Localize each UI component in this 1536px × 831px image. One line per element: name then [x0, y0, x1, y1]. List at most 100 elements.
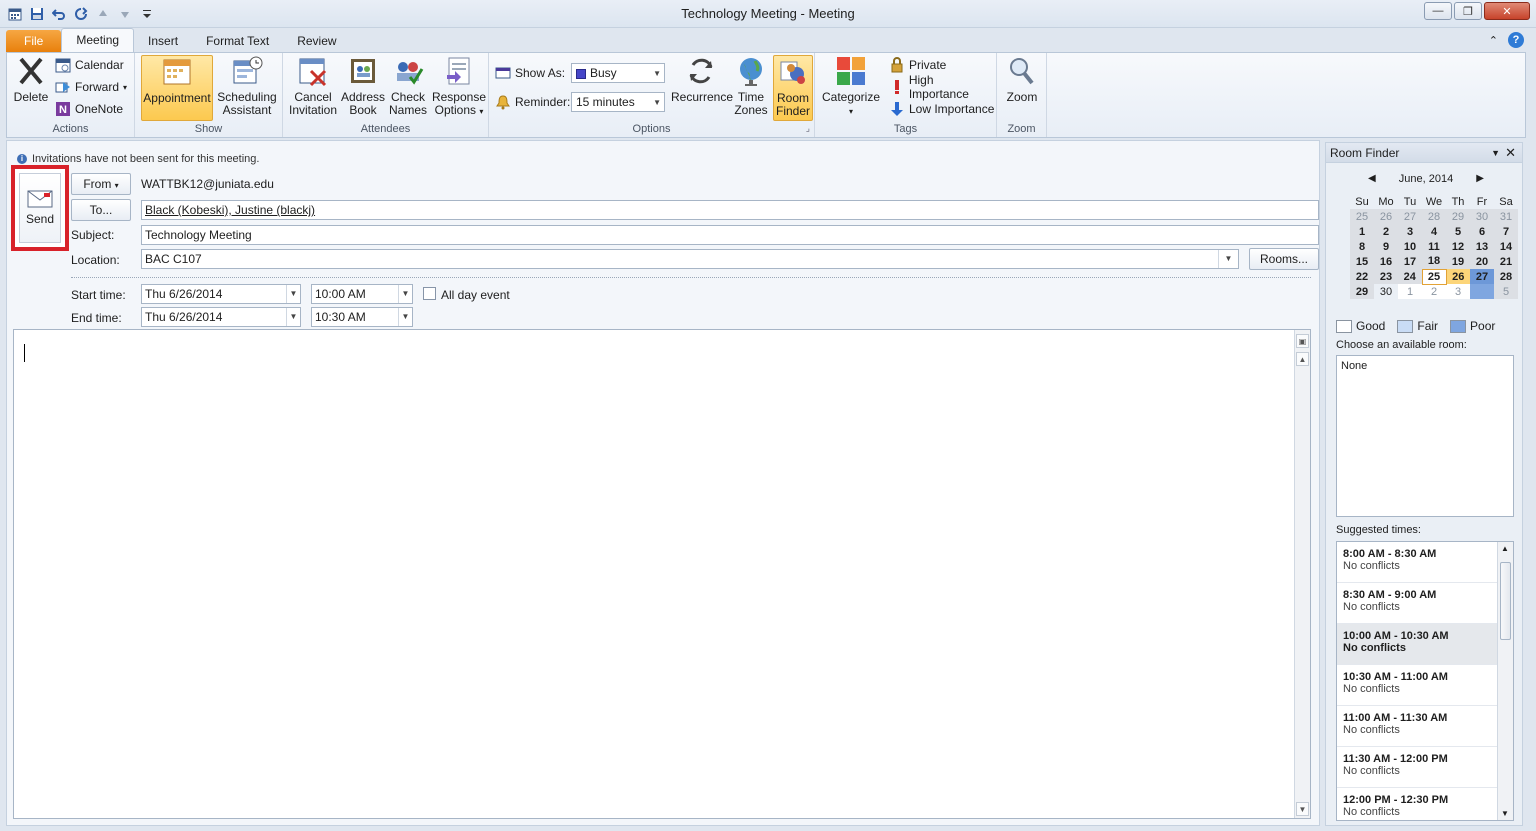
rooms-button[interactable]: Rooms...	[1249, 248, 1319, 270]
calendar-day[interactable]: 2	[1374, 224, 1398, 239]
chevron-down-icon[interactable]: ▼	[398, 308, 412, 326]
all-day-checkbox[interactable]	[423, 287, 436, 300]
recipient-name[interactable]: Black (Kobeski), Justine (blackj)	[145, 203, 315, 217]
room-list[interactable]: None	[1336, 355, 1514, 517]
calendar-day[interactable]: 10	[1398, 239, 1422, 254]
start-time-select[interactable]: 10:00 AM ▼	[311, 284, 413, 304]
end-date-picker[interactable]: Thu 6/26/2014 ▼	[141, 307, 301, 327]
calendar-day[interactable]: 15	[1350, 254, 1374, 269]
body-scrollbar[interactable]: ▣ ▲ ▼	[1294, 330, 1310, 818]
calendar-day[interactable]: 4	[1422, 224, 1446, 239]
suggested-time-item[interactable]: 11:00 AM - 11:30 AM No conflicts	[1337, 706, 1497, 747]
calendar-day[interactable]: 7	[1494, 224, 1518, 239]
scheduling-assistant-button[interactable]: Scheduling Assistant	[215, 55, 279, 121]
address-book-button[interactable]: Address Book	[341, 55, 385, 121]
calendar-day[interactable]: 20	[1470, 254, 1494, 269]
chevron-down-icon[interactable]: ▼	[1218, 250, 1238, 268]
tab-meeting[interactable]: Meeting	[61, 28, 135, 52]
delete-button[interactable]: Delete	[9, 55, 53, 121]
calendar-day[interactable]: 5	[1446, 224, 1470, 239]
calendar-day[interactable]: 27	[1470, 269, 1494, 284]
appointment-button[interactable]: Appointment	[141, 55, 213, 121]
onenote-button[interactable]: N OneNote	[55, 99, 123, 119]
to-button[interactable]: To...	[71, 199, 131, 221]
tab-review[interactable]: Review	[283, 30, 350, 52]
calendar-day[interactable]: 5	[1494, 284, 1518, 299]
suggested-time-item[interactable]: 10:30 AM - 11:00 AM No conflicts	[1337, 665, 1497, 706]
check-names-button[interactable]: Check Names	[387, 55, 429, 121]
suggested-scrollbar[interactable]: ▲ ▼	[1497, 542, 1513, 820]
calendar-day[interactable]: 3	[1398, 224, 1422, 239]
calendar-day[interactable]: 26	[1374, 209, 1398, 224]
suggested-time-item[interactable]: 12:00 PM - 12:30 PM No conflicts	[1337, 788, 1497, 820]
close-pane-icon[interactable]: ✕	[1505, 145, 1516, 161]
calendar-day[interactable]: 31	[1494, 209, 1518, 224]
calendar-day[interactable]: 18	[1422, 254, 1446, 269]
calendar-day[interactable]: 13	[1470, 239, 1494, 254]
subject-field[interactable]: Technology Meeting	[141, 225, 1319, 245]
calendar-day[interactable]: 8	[1350, 239, 1374, 254]
calendar-day[interactable]: 19	[1446, 254, 1470, 269]
collapse-ribbon-icon[interactable]: ⌃	[1489, 34, 1498, 47]
private-button[interactable]: Private	[889, 55, 946, 75]
low-importance-button[interactable]: Low Importance	[889, 99, 994, 119]
location-field[interactable]: BAC C107 ▼	[141, 249, 1239, 269]
suggested-time-item[interactable]: 8:30 AM - 9:00 AM No conflicts	[1337, 583, 1497, 624]
calendar-day[interactable]: 16	[1374, 254, 1398, 269]
to-field[interactable]: Black (Kobeski), Justine (blackj)	[141, 200, 1319, 220]
scroll-up-button[interactable]: ▲	[1501, 544, 1509, 553]
chevron-down-icon[interactable]: ▼	[286, 285, 300, 303]
pane-menu-icon[interactable]: ▼	[1491, 148, 1500, 158]
from-button[interactable]: From ▾	[71, 173, 131, 195]
reminder-select[interactable]: 15 minutes ▼	[571, 92, 665, 112]
suggested-times-list[interactable]: 8:00 AM - 8:30 AM No conflicts 8:30 AM - …	[1336, 541, 1514, 821]
show-as-select[interactable]: Busy ▼	[571, 63, 665, 83]
dialog-launcher-icon[interactable]: ⌟	[806, 123, 810, 134]
suggested-time-item-selected[interactable]: 10:00 AM - 10:30 AM No conflicts	[1337, 624, 1497, 665]
maximize-button[interactable]: ❐	[1454, 2, 1482, 20]
end-time-select[interactable]: 10:30 AM ▼	[311, 307, 413, 327]
suggested-time-item[interactable]: 11:30 AM - 12:00 PM No conflicts	[1337, 747, 1497, 788]
calendar-day[interactable]: 28	[1494, 269, 1518, 284]
high-importance-button[interactable]: High Importance	[889, 73, 996, 101]
calendar-day[interactable]: 3	[1446, 284, 1470, 299]
calendar-day[interactable]: 1	[1398, 284, 1422, 299]
response-options-button[interactable]: Response Options ▾	[431, 55, 487, 121]
send-button[interactable]: Send	[11, 165, 69, 251]
calendar-day[interactable]: 12	[1446, 239, 1470, 254]
calendar-day[interactable]: 1	[1350, 224, 1374, 239]
next-month-icon[interactable]: ▶	[1476, 173, 1484, 184]
tab-file[interactable]: File	[6, 30, 62, 52]
calendar-day[interactable]: 6	[1470, 224, 1494, 239]
calendar-day[interactable]: 27	[1398, 209, 1422, 224]
time-zones-button[interactable]: Time Zones	[733, 55, 769, 121]
calendar-day[interactable]: 4	[1470, 284, 1494, 299]
calendar-day[interactable]: 29	[1446, 209, 1470, 224]
cancel-invitation-button[interactable]: Cancel Invitation	[287, 55, 339, 121]
minimize-button[interactable]: —	[1424, 2, 1452, 20]
chevron-down-icon[interactable]: ▼	[398, 285, 412, 303]
calendar-day[interactable]: 30	[1470, 209, 1494, 224]
calendar-day[interactable]: 23	[1374, 269, 1398, 284]
calendar-day[interactable]: 17	[1398, 254, 1422, 269]
close-button[interactable]: ✕	[1484, 2, 1530, 20]
calendar-day[interactable]: 14	[1494, 239, 1518, 254]
calendar-day[interactable]: 24	[1398, 269, 1422, 284]
ruler-toggle-icon[interactable]: ▣	[1296, 334, 1309, 348]
recurrence-button[interactable]: Recurrence	[671, 55, 733, 121]
forward-button[interactable]: Forward ▾	[55, 77, 127, 97]
zoom-button[interactable]: Zoom	[1001, 55, 1043, 121]
prev-month-icon[interactable]: ◀	[1368, 173, 1376, 184]
room-finder-button[interactable]: Room Finder	[773, 55, 813, 121]
scroll-down-button[interactable]: ▼	[1296, 802, 1309, 816]
categorize-button[interactable]: Categorize ▾	[819, 55, 883, 121]
calendar-day[interactable]: 22	[1350, 269, 1374, 284]
start-date-picker[interactable]: Thu 6/26/2014 ▼	[141, 284, 301, 304]
room-list-item[interactable]: None	[1341, 360, 1509, 372]
calendar-day-today[interactable]: 25	[1421, 268, 1447, 285]
calendar-day[interactable]: 9	[1374, 239, 1398, 254]
scroll-down-button[interactable]: ▼	[1501, 809, 1509, 818]
calendar-day[interactable]: 30	[1374, 284, 1398, 299]
calendar-day[interactable]: 25	[1350, 209, 1374, 224]
calendar-day[interactable]: 28	[1422, 209, 1446, 224]
